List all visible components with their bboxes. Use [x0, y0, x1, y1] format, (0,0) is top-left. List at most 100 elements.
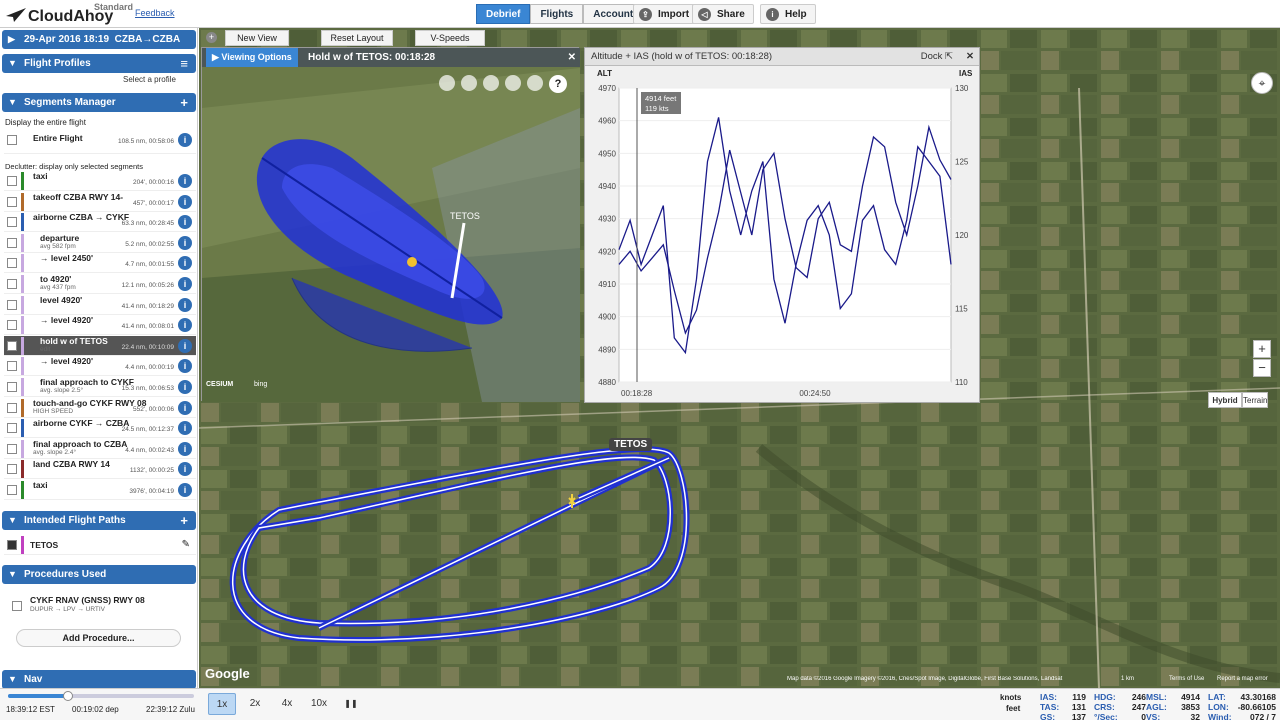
tab-flights[interactable]: Flights: [530, 4, 584, 24]
zoom-out-button[interactable]: −: [1253, 359, 1271, 377]
info-icon[interactable]: i: [178, 277, 192, 291]
add-segment-icon[interactable]: +: [180, 93, 188, 112]
camera-view-icon[interactable]: [461, 75, 477, 91]
segment-checkbox[interactable]: [7, 382, 17, 392]
viewing-options-button[interactable]: ▶ Viewing Options: [206, 48, 298, 67]
altitude-ias-chart-panel[interactable]: Altitude + IAS (hold w of TETOS: 00:18:2…: [584, 47, 980, 403]
segment-checkbox[interactable]: [7, 402, 17, 413]
speed-1x-button[interactable]: 1x: [208, 693, 236, 715]
segment-checkbox[interactable]: [7, 258, 17, 269]
add-path-icon[interactable]: +: [180, 511, 188, 530]
segment-row[interactable]: takeoff CZBA RWY 14- 457', 00:00:17 i: [4, 192, 196, 212]
terms-link[interactable]: Terms of Use: [1169, 676, 1204, 682]
intended-path-checkbox[interactable]: [7, 540, 17, 550]
rotate-icon[interactable]: [505, 75, 521, 91]
add-procedure-button[interactable]: Add Procedure...: [16, 629, 181, 647]
hybrid-button[interactable]: Hybrid: [1208, 392, 1242, 408]
segment-row[interactable]: final approach to CYKF avg. slope 2.5° 15.…: [4, 377, 196, 397]
camera-view-icon[interactable]: [483, 75, 499, 91]
info-icon[interactable]: i: [178, 400, 192, 415]
speed-2x-button[interactable]: 2x: [241, 693, 269, 715]
segment-checkbox[interactable]: [7, 176, 17, 186]
info-icon[interactable]: i: [178, 380, 192, 394]
segment-checkbox[interactable]: [7, 279, 17, 289]
info-icon[interactable]: i: [178, 359, 192, 374]
segment-checkbox[interactable]: [7, 237, 17, 248]
info-icon[interactable]: i: [178, 215, 192, 230]
procedure-row[interactable]: CYKF RNAV (GNSS) RWY 08 DUPUR → LPV → UR…: [4, 593, 196, 617]
reset-view-icon[interactable]: [527, 75, 543, 91]
segment-checkbox[interactable]: [7, 320, 17, 331]
info-icon[interactable]: i: [178, 174, 192, 188]
select-profile-link[interactable]: Select a profile: [123, 75, 176, 84]
menu-icon[interactable]: ≡: [180, 54, 188, 73]
info-icon[interactable]: i: [178, 256, 192, 271]
segment-row[interactable]: airborne CYKF → CZBA 24.5 nm, 00:12:37 i: [4, 418, 196, 439]
segment-row[interactable]: hold w of TETOS edit 22.4 nm, 00:10:09 i: [4, 335, 196, 356]
info-icon[interactable]: i: [178, 441, 192, 456]
cloudahoy-logo[interactable]: CloudAhoy Standard: [6, 2, 146, 26]
segment-checkbox[interactable]: [7, 340, 17, 351]
flight-header[interactable]: ▶ 29-Apr 2016 18:19 CZBA→CZBA: [2, 30, 196, 49]
view-3d-panel[interactable]: ▶ Viewing Options Hold w of TETOS: 00:18…: [201, 47, 580, 402]
segment-row[interactable]: airborne CZBA → CYKF 63.3 nm, 00:28:45 i: [4, 212, 196, 233]
help-button[interactable]: i Help: [760, 4, 816, 24]
flight-profiles-header[interactable]: ▼ Flight Profiles ≡: [2, 54, 196, 73]
info-icon[interactable]: i: [178, 462, 192, 477]
segment-row[interactable]: departure avg 582 fpm 5.2 nm, 00:02:55 i: [4, 233, 196, 253]
intended-path-row[interactable]: TETOS ✎: [4, 535, 196, 555]
segment-row[interactable]: taxi 3976', 00:04:19 i: [4, 480, 196, 500]
info-icon[interactable]: i: [178, 421, 192, 436]
segment-row[interactable]: → level 4920' 4.4 nm, 00:00:19 i: [4, 356, 196, 377]
procedure-checkbox[interactable]: [12, 601, 22, 611]
segment-checkbox[interactable]: [7, 464, 17, 475]
segment-checkbox[interactable]: [7, 196, 17, 207]
reset-layout-button[interactable]: Reset Layout: [321, 30, 393, 46]
entire-flight-row[interactable]: Entire Flight 108.5 nm, 00:58:06 i: [4, 130, 196, 154]
segment-checkbox[interactable]: [7, 485, 17, 495]
fullscreen-icon[interactable]: ⌖: [1251, 72, 1273, 94]
info-icon[interactable]: i: [178, 235, 192, 250]
dock-button[interactable]: Dock ⇱: [921, 48, 953, 66]
camera-view-icon[interactable]: [439, 75, 455, 91]
import-button[interactable]: ⇪ Import: [633, 4, 699, 24]
new-view-button[interactable]: New View: [225, 30, 289, 46]
speed-4x-button[interactable]: 4x: [273, 693, 301, 715]
nav-header[interactable]: ▼ Nav: [2, 670, 196, 688]
segment-row[interactable]: touch-and-go CYKF RWY 08 HIGH SPEED 552', …: [4, 398, 196, 418]
edit-icon[interactable]: ✎: [182, 539, 190, 550]
segment-checkbox[interactable]: [7, 299, 17, 310]
procedures-header[interactable]: ▼ Procedures Used: [2, 565, 196, 584]
terrain-button[interactable]: Terrain: [1242, 392, 1268, 408]
segment-row[interactable]: taxi 204', 00:00:16 i: [4, 171, 196, 191]
add-view-icon[interactable]: +: [206, 32, 217, 43]
segments-header[interactable]: ▼ Segments Manager +: [2, 93, 196, 112]
close-icon[interactable]: ✕: [568, 48, 576, 67]
pause-button[interactable]: ❚❚: [337, 693, 365, 715]
segment-row[interactable]: land CZBA RWY 14 1132', 00:00:25 i: [4, 459, 196, 480]
info-icon[interactable]: i: [178, 297, 192, 312]
info-icon[interactable]: i: [178, 318, 192, 333]
info-icon[interactable]: i: [178, 133, 192, 147]
info-icon[interactable]: i: [178, 338, 192, 353]
timeline-handle[interactable]: [62, 691, 73, 701]
report-map-error-link[interactable]: Report a map error: [1217, 676, 1268, 682]
tab-debrief[interactable]: Debrief: [476, 4, 531, 24]
info-icon[interactable]: i: [178, 483, 192, 497]
close-icon[interactable]: ✕: [966, 48, 974, 66]
feedback-link[interactable]: Feedback: [135, 8, 175, 18]
segment-checkbox[interactable]: [7, 361, 17, 372]
segment-row[interactable]: level 4920' 41.4 nm, 00:18:29 i: [4, 295, 196, 315]
segment-row[interactable]: → level 2450' 4.7 nm, 00:01:55 i: [4, 253, 196, 274]
segment-row[interactable]: to 4920' avg 437 fpm 12.1 nm, 00:05:26 i: [4, 274, 196, 294]
info-icon[interactable]: i: [178, 194, 192, 209]
intended-paths-header[interactable]: ▼ Intended Flight Paths +: [2, 511, 196, 530]
segment-row[interactable]: → level 4920' 41.4 nm, 00:08:01 i: [4, 315, 196, 336]
segment-checkbox[interactable]: [7, 217, 17, 228]
segment-row[interactable]: final approach to CZBA avg. slope 2.4° 4.4…: [4, 439, 196, 459]
segment-checkbox[interactable]: [7, 443, 17, 454]
zoom-in-button[interactable]: +: [1253, 340, 1271, 358]
vspeeds-button[interactable]: V-Speeds: [415, 30, 485, 46]
speed-10x-button[interactable]: 10x: [305, 693, 333, 715]
help-icon[interactable]: ?: [549, 75, 567, 93]
